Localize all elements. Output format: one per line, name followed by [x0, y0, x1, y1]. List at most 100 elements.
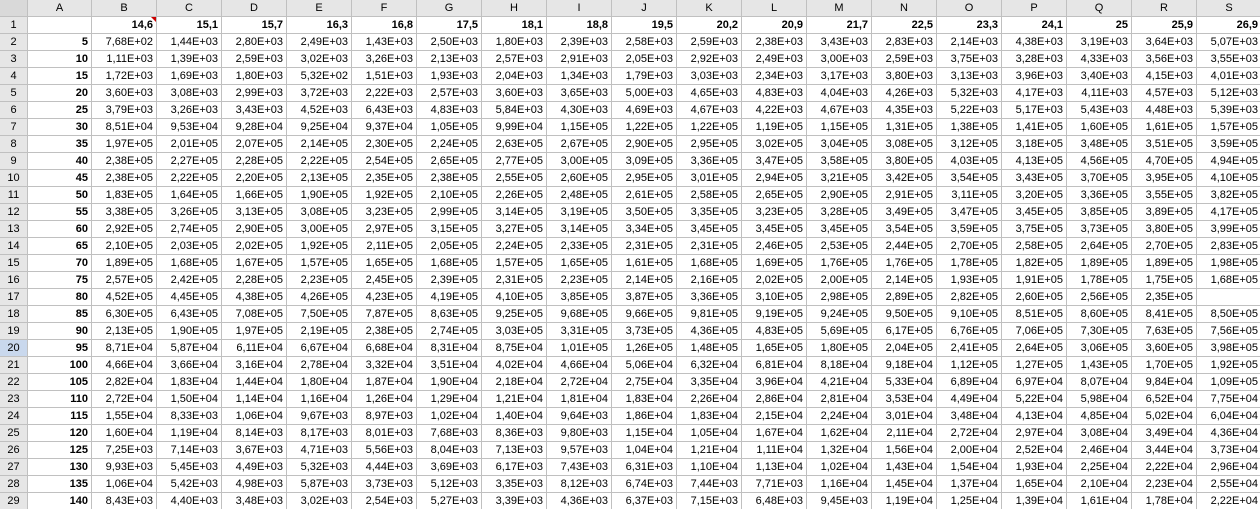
cell[interactable]: 3,60E+03: [92, 85, 157, 102]
cell[interactable]: 55: [28, 204, 92, 221]
cell[interactable]: 2,38E+03: [742, 34, 807, 51]
cell[interactable]: 3,43E+03: [222, 102, 287, 119]
cell[interactable]: 2,07E+05: [222, 136, 287, 153]
cell[interactable]: 8,51E+04: [92, 119, 157, 136]
cell[interactable]: 3,19E+03: [1067, 34, 1132, 51]
column-header[interactable]: F: [352, 0, 417, 17]
cell[interactable]: 1,54E+04: [937, 459, 1002, 476]
row-header[interactable]: 25: [0, 425, 28, 442]
cell[interactable]: 2,97E+05: [352, 221, 417, 238]
cell[interactable]: 3,96E+04: [742, 374, 807, 391]
cell[interactable]: 8,71E+04: [92, 340, 157, 357]
cell[interactable]: 9,68E+05: [547, 306, 612, 323]
cell[interactable]: 4,17E+03: [1002, 85, 1067, 102]
cell[interactable]: 3,14E+05: [482, 204, 547, 221]
cell[interactable]: 1,75E+05: [1132, 272, 1197, 289]
row-header[interactable]: 9: [0, 153, 28, 170]
cell[interactable]: 4,03E+05: [937, 153, 1002, 170]
cell[interactable]: 4,10E+05: [1197, 170, 1260, 187]
cell[interactable]: 2,72E+04: [937, 425, 1002, 442]
cell[interactable]: 35: [28, 136, 92, 153]
cell[interactable]: 4,40E+03: [157, 493, 222, 509]
cell[interactable]: 2,78E+04: [287, 357, 352, 374]
cell[interactable]: 2,86E+04: [742, 391, 807, 408]
cell[interactable]: 25,9: [1132, 17, 1197, 34]
cell[interactable]: 2,92E+05: [92, 221, 157, 238]
cell[interactable]: 4,94E+05: [1197, 153, 1260, 170]
cell[interactable]: 2,38E+05: [92, 170, 157, 187]
cell[interactable]: 2,46E+05: [742, 238, 807, 255]
cell[interactable]: 2,63E+05: [482, 136, 547, 153]
cell[interactable]: 3,02E+05: [742, 136, 807, 153]
cell[interactable]: 9,57E+03: [547, 442, 612, 459]
cell[interactable]: 4,45E+05: [157, 289, 222, 306]
cell[interactable]: 1,89E+05: [92, 255, 157, 272]
cell[interactable]: 2,99E+03: [222, 85, 287, 102]
cell[interactable]: 2,01E+05: [157, 136, 222, 153]
cell[interactable]: 1,21E+04: [482, 391, 547, 408]
cell[interactable]: 1,89E+05: [1067, 255, 1132, 272]
cell[interactable]: 16,8: [352, 17, 417, 34]
cell[interactable]: 2,50E+03: [417, 34, 482, 51]
cell[interactable]: 2,22E+04: [1197, 493, 1260, 509]
cell[interactable]: 9,28E+04: [222, 119, 287, 136]
cell[interactable]: 3,15E+05: [417, 221, 482, 238]
cell[interactable]: 23,3: [937, 17, 1002, 34]
cell[interactable]: 1,06E+04: [222, 408, 287, 425]
cell[interactable]: 2,46E+04: [1067, 442, 1132, 459]
cell[interactable]: 3,28E+05: [807, 204, 872, 221]
cell[interactable]: 100: [28, 357, 92, 374]
cell[interactable]: 1,44E+04: [222, 374, 287, 391]
cell[interactable]: 1,06E+04: [92, 476, 157, 493]
cell[interactable]: 1,60E+05: [1067, 119, 1132, 136]
cell[interactable]: 15,1: [157, 17, 222, 34]
cell[interactable]: 1,57E+05: [482, 255, 547, 272]
cell[interactable]: 1,92E+05: [287, 238, 352, 255]
cell[interactable]: 3,23E+05: [742, 204, 807, 221]
cell[interactable]: 3,10E+05: [742, 289, 807, 306]
cell[interactable]: 4,19E+05: [417, 289, 482, 306]
cell[interactable]: 135: [28, 476, 92, 493]
cell[interactable]: 2,95E+05: [612, 170, 677, 187]
cell[interactable]: 5,06E+04: [612, 357, 677, 374]
cell[interactable]: 3,20E+05: [1002, 187, 1067, 204]
cell[interactable]: 1,12E+05: [937, 357, 1002, 374]
cell[interactable]: 4,83E+05: [742, 323, 807, 340]
cell[interactable]: 1,83E+04: [677, 408, 742, 425]
row-header[interactable]: 7: [0, 119, 28, 136]
cell[interactable]: 4,22E+03: [742, 102, 807, 119]
cell[interactable]: 5,39E+03: [1197, 102, 1260, 119]
spreadsheet-grid[interactable]: ABCDEFGHIJKLMNOPQRS114,615,115,716,316,8…: [0, 0, 1260, 509]
cell[interactable]: 4,21E+04: [807, 374, 872, 391]
cell[interactable]: 1,64E+05: [157, 187, 222, 204]
cell[interactable]: 2,13E+03: [417, 51, 482, 68]
cell[interactable]: 4,26E+03: [872, 85, 937, 102]
cell[interactable]: 7,44E+03: [677, 476, 742, 493]
cell[interactable]: 9,50E+05: [872, 306, 937, 323]
column-header[interactable]: G: [417, 0, 482, 17]
cell[interactable]: 3,59E+05: [937, 221, 1002, 238]
cell[interactable]: 9,45E+03: [807, 493, 872, 509]
cell[interactable]: 2,04E+03: [482, 68, 547, 85]
cell[interactable]: 2,54E+05: [352, 153, 417, 170]
cell[interactable]: 2,11E+04: [872, 425, 937, 442]
cell[interactable]: 5,22E+04: [1002, 391, 1067, 408]
cell[interactable]: 8,50E+05: [1197, 306, 1260, 323]
cell[interactable]: 45: [28, 170, 92, 187]
cell[interactable]: 3,79E+03: [92, 102, 157, 119]
cell[interactable]: 1,14E+04: [222, 391, 287, 408]
cell[interactable]: 1,43E+05: [1067, 357, 1132, 374]
cell[interactable]: 5,42E+03: [157, 476, 222, 493]
cell[interactable]: 1,60E+04: [92, 425, 157, 442]
cell[interactable]: 2,35E+05: [1132, 289, 1197, 306]
cell[interactable]: 3,48E+05: [1067, 136, 1132, 153]
cell[interactable]: 3,35E+03: [482, 476, 547, 493]
cell[interactable]: 1,32E+04: [807, 442, 872, 459]
cell[interactable]: 1,41E+05: [1002, 119, 1067, 136]
cell[interactable]: 15: [28, 68, 92, 85]
cell[interactable]: 1,76E+05: [872, 255, 937, 272]
column-header[interactable]: J: [612, 0, 677, 17]
cell[interactable]: 1,68E+05: [157, 255, 222, 272]
cell[interactable]: 1,65E+04: [1002, 476, 1067, 493]
cell[interactable]: 5,22E+03: [937, 102, 1002, 119]
